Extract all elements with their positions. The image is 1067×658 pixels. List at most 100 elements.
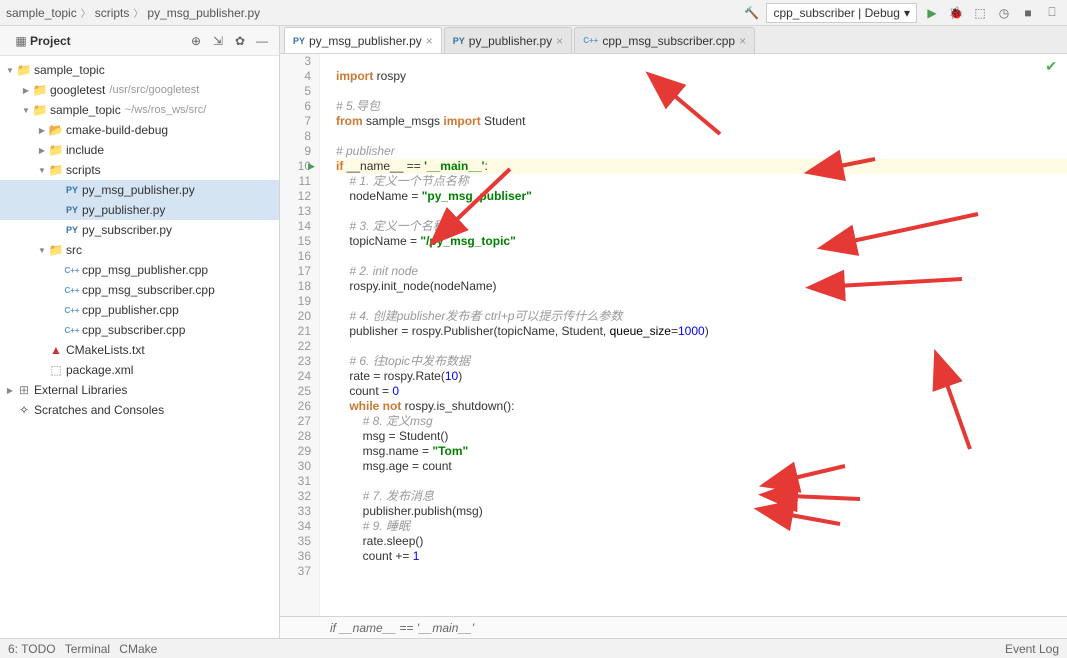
tree-arrow-icon[interactable]: ▼ bbox=[4, 66, 16, 75]
tree-label: cpp_msg_subscriber.cpp bbox=[82, 283, 215, 297]
tree-item[interactable]: C++ cpp_msg_subscriber.cpp bbox=[0, 280, 279, 300]
tree-label: py_publisher.py bbox=[82, 203, 165, 217]
folder-icon: 📁 bbox=[48, 143, 64, 157]
status-item[interactable]: CMake bbox=[119, 642, 157, 656]
close-icon[interactable]: × bbox=[426, 34, 433, 48]
breadcrumb-item[interactable]: sample_topic bbox=[6, 6, 77, 20]
lib-icon: ⊞ bbox=[16, 383, 32, 397]
code-line[interactable]: ▶if __name__ == '__main__': bbox=[336, 159, 1067, 174]
code-line[interactable]: # 7. 发布消息 bbox=[336, 489, 1067, 504]
code-line[interactable]: msg.name = "Tom" bbox=[336, 444, 1067, 459]
tree-item[interactable]: ▶ 📁 include bbox=[0, 140, 279, 160]
run-icon[interactable]: ▶ bbox=[923, 4, 941, 22]
debug-icon[interactable]: 🐞 bbox=[947, 4, 965, 22]
code-editor[interactable]: 3456789101112131415161718192021222324252… bbox=[280, 54, 1067, 616]
code-line[interactable] bbox=[336, 54, 1067, 69]
code-line[interactable]: count = 0 bbox=[336, 384, 1067, 399]
code-line[interactable] bbox=[336, 294, 1067, 309]
status-item[interactable]: Event Log bbox=[1005, 642, 1059, 656]
tree-arrow-icon[interactable]: ▶ bbox=[36, 146, 48, 155]
code-line[interactable]: publisher = rospy.Publisher(topicName, S… bbox=[336, 324, 1067, 339]
tree-item[interactable]: C++ cpp_subscriber.cpp bbox=[0, 320, 279, 340]
editor-tab[interactable]: PY py_publisher.py × bbox=[444, 27, 572, 53]
run-config-selector[interactable]: cpp_subscriber | Debug ▾ bbox=[766, 3, 917, 23]
tree-label: Scratches and Consoles bbox=[34, 403, 164, 417]
code-line[interactable] bbox=[336, 249, 1067, 264]
code-line[interactable]: topicName = "/py_msg_topic" bbox=[336, 234, 1067, 249]
code-line[interactable]: count += 1 bbox=[336, 549, 1067, 564]
code-line[interactable] bbox=[336, 84, 1067, 99]
close-icon[interactable]: × bbox=[556, 34, 563, 48]
hide-icon[interactable]: — bbox=[253, 32, 271, 50]
code-line[interactable]: # 2. init node bbox=[336, 264, 1067, 279]
run-gutter-icon[interactable]: ▶ bbox=[308, 159, 315, 174]
tree-item[interactable]: ▲ CMakeLists.txt bbox=[0, 340, 279, 360]
tree-item[interactable]: ▼ 📁 src bbox=[0, 240, 279, 260]
tree-item[interactable]: ▶ 📂 cmake-build-debug bbox=[0, 120, 279, 140]
tree-item[interactable]: ▶ 📁 googletest /usr/src/googletest bbox=[0, 80, 279, 100]
tree-item[interactable]: C++ cpp_msg_publisher.cpp bbox=[0, 260, 279, 280]
code-line[interactable]: while not rospy.is_shutdown(): bbox=[336, 399, 1067, 414]
code-line[interactable]: msg = Student() bbox=[336, 429, 1067, 444]
search-icon[interactable]: ⎕ bbox=[1043, 4, 1061, 22]
code-line[interactable] bbox=[336, 474, 1067, 489]
code-line[interactable]: rospy.init_node(nodeName) bbox=[336, 279, 1067, 294]
code-line[interactable]: rate.sleep() bbox=[336, 534, 1067, 549]
editor-tab[interactable]: PY py_msg_publisher.py × bbox=[284, 27, 442, 53]
tree-item[interactable]: PY py_msg_publisher.py bbox=[0, 180, 279, 200]
locate-icon[interactable]: ⊕ bbox=[187, 32, 205, 50]
tree-item[interactable]: PY py_publisher.py bbox=[0, 200, 279, 220]
tree-item[interactable]: C++ cpp_publisher.cpp bbox=[0, 300, 279, 320]
cmake-icon: ▲ bbox=[48, 343, 64, 357]
gear-icon[interactable]: ✿ bbox=[231, 32, 249, 50]
tree-arrow-icon[interactable]: ▼ bbox=[36, 166, 48, 175]
build-icon[interactable]: 🔨 bbox=[742, 4, 760, 22]
stop-icon[interactable]: ■ bbox=[1019, 4, 1037, 22]
tree-label: External Libraries bbox=[34, 383, 127, 397]
code-line[interactable]: # 9. 睡眠 bbox=[336, 519, 1067, 534]
code-line[interactable]: # 3. 定义一个名称 bbox=[336, 219, 1067, 234]
tree-arrow-icon[interactable]: ▶ bbox=[36, 126, 48, 135]
profile-icon[interactable]: ◷ bbox=[995, 4, 1013, 22]
code-line[interactable]: from sample_msgs import Student bbox=[336, 114, 1067, 129]
tree-item[interactable]: PY py_subscriber.py bbox=[0, 220, 279, 240]
project-tree[interactable]: ▼ 📁 sample_topic ▶ 📁 googletest /usr/src… bbox=[0, 56, 279, 638]
coverage-icon[interactable]: ⬚ bbox=[971, 4, 989, 22]
code-line[interactable]: import rospy bbox=[336, 69, 1067, 84]
tree-item[interactable]: ▼ 📁 sample_topic bbox=[0, 60, 279, 80]
close-icon[interactable]: × bbox=[739, 34, 746, 48]
collapse-icon[interactable]: ⇲ bbox=[209, 32, 227, 50]
tree-item[interactable]: ✧ Scratches and Consoles bbox=[0, 400, 279, 420]
tree-arrow-icon[interactable]: ▼ bbox=[36, 246, 48, 255]
code-line[interactable]: # 6. 往topic中发布数据 bbox=[336, 354, 1067, 369]
code-line[interactable] bbox=[336, 204, 1067, 219]
tree-arrow-icon[interactable]: ▶ bbox=[20, 86, 32, 95]
status-item[interactable]: 6: TODO bbox=[8, 642, 56, 656]
code-line[interactable]: # 8. 定义msg bbox=[336, 414, 1067, 429]
tree-arrow-icon[interactable]: ▼ bbox=[20, 106, 32, 115]
code-line[interactable]: msg.age = count bbox=[336, 459, 1067, 474]
code-content[interactable]: ✔ import rospy# 5.导包from sample_msgs imp… bbox=[320, 54, 1067, 616]
code-line[interactable]: # publisher bbox=[336, 144, 1067, 159]
editor-tabs: PY py_msg_publisher.py ×PY py_publisher.… bbox=[280, 26, 1067, 54]
code-line[interactable]: # 5.导包 bbox=[336, 99, 1067, 114]
code-line[interactable]: # 4. 创建publisher发布者 ctrl+p可以提示传什么参数 bbox=[336, 309, 1067, 324]
tree-item[interactable]: ⬚ package.xml bbox=[0, 360, 279, 380]
code-line[interactable] bbox=[336, 129, 1067, 144]
code-line[interactable] bbox=[336, 564, 1067, 579]
tree-label: cpp_subscriber.cpp bbox=[82, 323, 185, 337]
tree-arrow-icon[interactable]: ▶ bbox=[4, 386, 16, 395]
code-line[interactable]: # 1. 定义一个节点名称 bbox=[336, 174, 1067, 189]
editor-tab[interactable]: C++ cpp_msg_subscriber.cpp × bbox=[574, 27, 755, 53]
code-line[interactable]: publisher.publish(msg) bbox=[336, 504, 1067, 519]
code-line[interactable]: rate = rospy.Rate(10) bbox=[336, 369, 1067, 384]
code-line[interactable]: nodeName = "py_msg_publiser" bbox=[336, 189, 1067, 204]
tree-item[interactable]: ▶ ⊞ External Libraries bbox=[0, 380, 279, 400]
code-line[interactable] bbox=[336, 339, 1067, 354]
tree-item[interactable]: ▼ 📁 scripts bbox=[0, 160, 279, 180]
breadcrumb-item[interactable]: py_msg_publisher.py bbox=[147, 6, 260, 20]
breadcrumb-item[interactable]: scripts bbox=[95, 6, 130, 20]
code-breadcrumb[interactable]: if __name__ == '__main__' bbox=[280, 616, 1067, 638]
tree-item[interactable]: ▼ 📁 sample_topic ~/ws/ros_ws/src/ bbox=[0, 100, 279, 120]
status-item[interactable]: Terminal bbox=[65, 642, 110, 656]
